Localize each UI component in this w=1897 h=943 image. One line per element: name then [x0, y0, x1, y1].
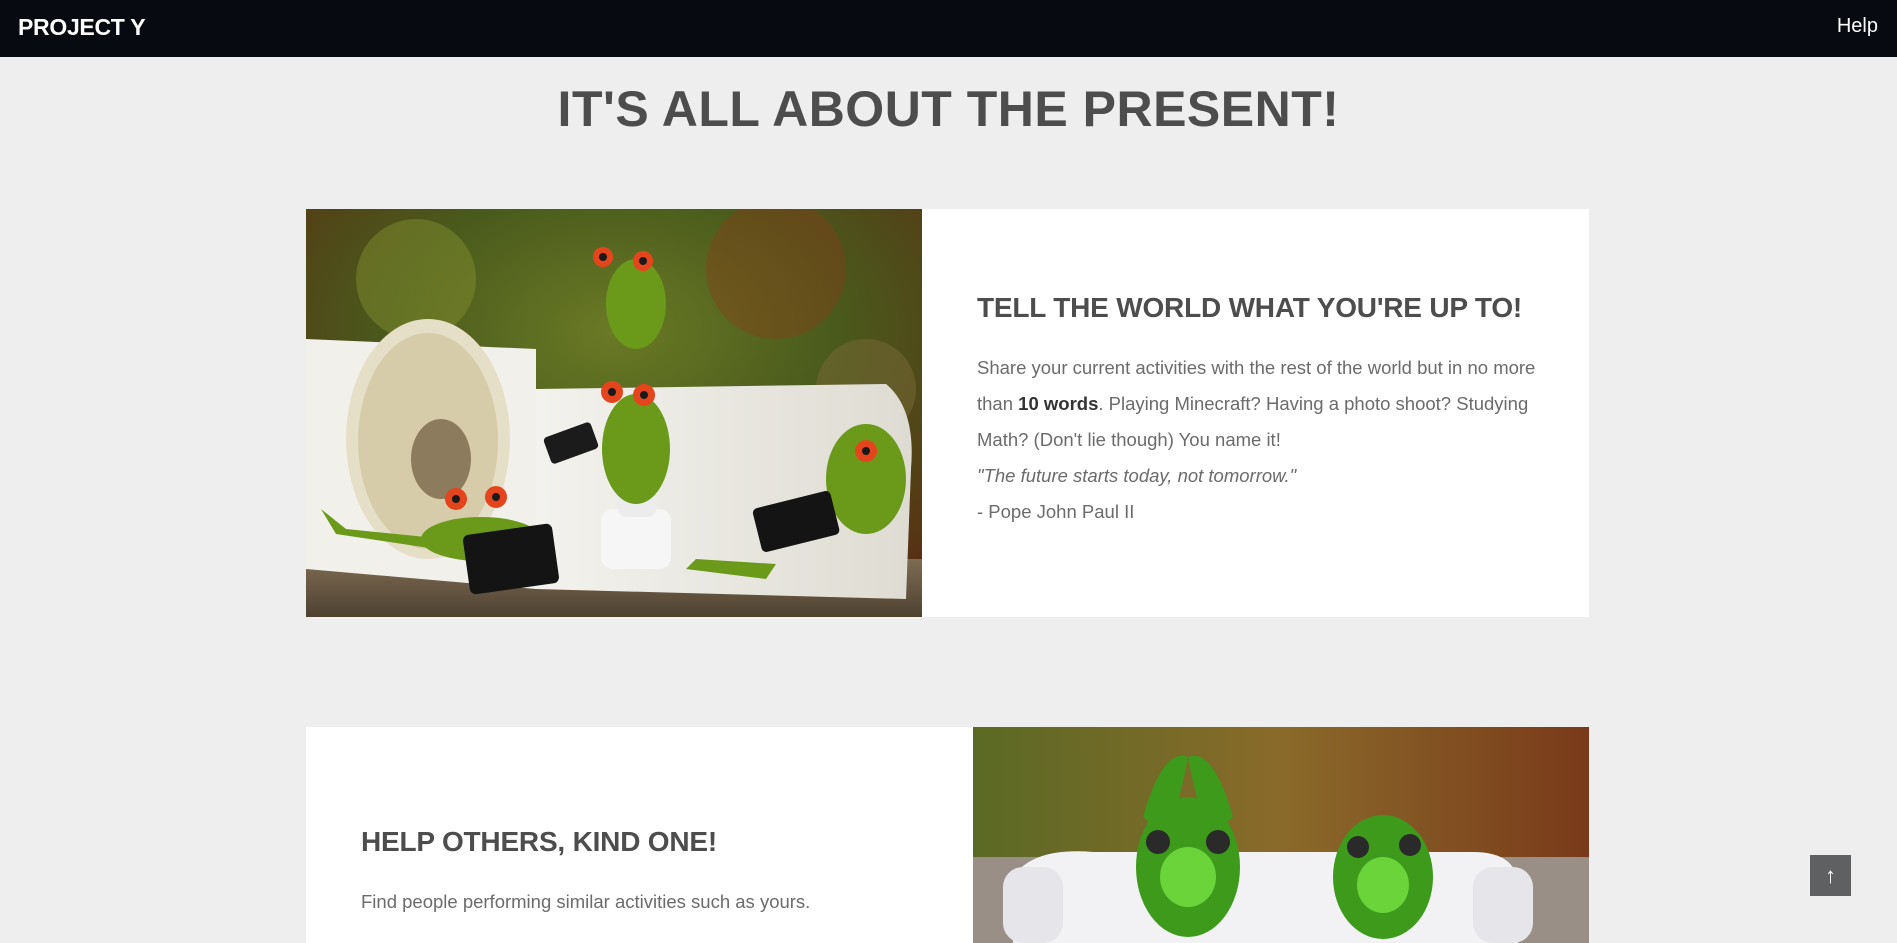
- section-heading: HELP OTHERS, KIND ONE!: [361, 826, 718, 857]
- word-limit-emphasis: 10 words: [1018, 393, 1099, 414]
- feature-card-share: TELL THE WORLD WHAT YOU'RE UP TO! Share …: [306, 209, 1589, 617]
- share-text-block: TELL THE WORLD WHAT YOU'RE UP TO! Share …: [977, 292, 1547, 530]
- help-description: Find people performing similar activitie…: [361, 891, 811, 912]
- share-description: Share your current activities with the r…: [977, 350, 1547, 458]
- scroll-to-top-button[interactable]: ↑: [1810, 855, 1851, 896]
- help-text-block: HELP OTHERS, KIND ONE! Find people perfo…: [361, 826, 931, 920]
- feature-card-help: HELP OTHERS, KIND ONE! Find people perfo…: [306, 727, 1589, 943]
- page-title: IT'S ALL ABOUT THE PRESENT!: [557, 81, 1340, 137]
- top-navbar: PROJECT Y Help: [0, 0, 1897, 57]
- brand-logo[interactable]: PROJECT Y: [18, 14, 146, 41]
- section-heading: TELL THE WORLD WHAT YOU'RE UP TO!: [977, 292, 1523, 323]
- frogs-sofa-image: [973, 727, 1589, 943]
- frogs-toilet-paper-image: [306, 209, 922, 617]
- help-link[interactable]: Help: [1837, 15, 1878, 38]
- quote-text: "The future starts today, not tomorrow.": [977, 465, 1297, 486]
- up-arrow-icon: ↑: [1825, 863, 1836, 888]
- quote-author: - Pope John Paul II: [977, 501, 1135, 522]
